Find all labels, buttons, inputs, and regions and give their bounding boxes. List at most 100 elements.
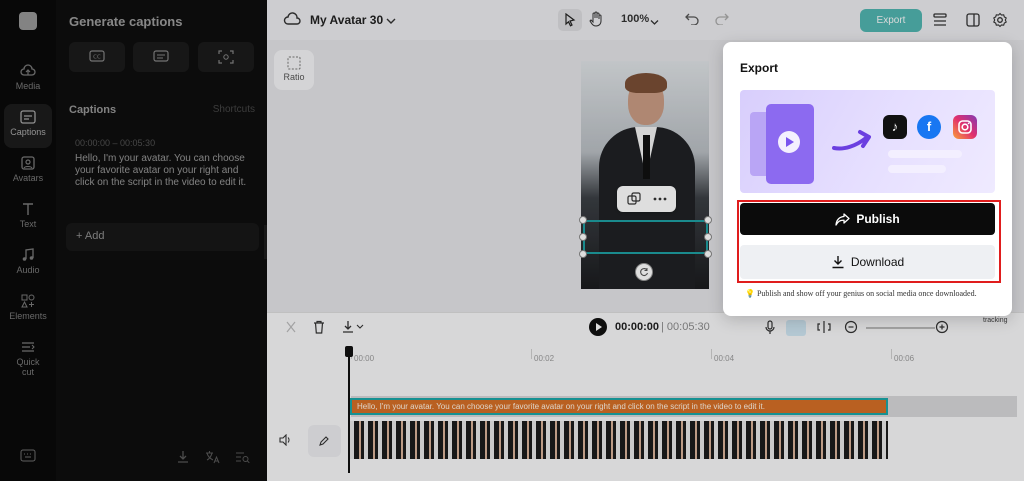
rail-label: Elements [9, 311, 47, 321]
scan-icon [218, 50, 234, 64]
split-scene-icon[interactable] [817, 320, 831, 337]
snap-toggle-icon[interactable] [786, 320, 806, 336]
export-illustration: ♪ f [740, 90, 995, 193]
export-button[interactable]: Export [860, 9, 922, 32]
publish-button[interactable]: Publish [740, 203, 995, 235]
rail-item-media[interactable]: Media [4, 58, 52, 102]
split-icon[interactable] [285, 321, 297, 336]
tiktok-icon: ♪ [883, 115, 907, 139]
hand-tool-icon[interactable] [589, 11, 603, 30]
export-tip: 💡 Publish and show off your genius on so… [745, 289, 977, 298]
microphone-icon[interactable] [764, 320, 776, 338]
keyboard-icon[interactable] [20, 449, 36, 465]
cloud-upload-icon [20, 64, 36, 76]
resize-handle[interactable] [704, 216, 712, 224]
download-track-icon[interactable] [342, 320, 366, 337]
find-replace-icon[interactable] [235, 450, 250, 467]
auto-caption-button[interactable] [198, 42, 254, 72]
app-logo[interactable] [19, 12, 37, 30]
play-button[interactable] [589, 318, 607, 336]
panel-title: Generate captions [69, 14, 183, 29]
shortcuts-link[interactable]: Shortcuts [213, 104, 255, 115]
instagram-icon [953, 115, 977, 139]
rail-item-text[interactable]: Text [4, 196, 52, 240]
caption-style-button[interactable]: CC [69, 42, 125, 72]
download-icon[interactable] [176, 450, 190, 467]
settings-gear-icon[interactable] [992, 12, 1008, 31]
rail-item-elements[interactable]: Elements [4, 288, 52, 332]
rail-label: Quick [16, 357, 40, 367]
avatar-icon [21, 156, 35, 170]
rail-item-audio[interactable]: Audio [4, 242, 52, 286]
download-button[interactable]: Download [740, 245, 995, 279]
zoom-level[interactable]: 100% [621, 13, 649, 25]
cloud-sync-icon[interactable] [283, 12, 301, 29]
music-note-icon [22, 248, 34, 261]
track-edit-button[interactable] [308, 425, 341, 457]
playhead-handle[interactable] [345, 346, 353, 357]
timeline: 00:00:00 | 00:05:30 tracking 00:00 00:02… [267, 312, 1024, 481]
project-name[interactable]: My Avatar 30 [310, 13, 383, 27]
avatar-video-preview[interactable] [581, 61, 709, 289]
tick-label: 00:00 [354, 354, 375, 363]
rotate-icon [640, 267, 649, 277]
resize-handle[interactable] [579, 250, 587, 258]
rail-item-avatars[interactable]: Avatars [4, 150, 52, 194]
total-duration: | 00:05:30 [661, 321, 710, 333]
select-tool-button[interactable] [558, 9, 582, 31]
lightbulb-icon: 💡 [745, 289, 755, 298]
rail-label: Avatars [12, 173, 44, 183]
caption-text[interactable]: Hello, I'm your avatar. You can choose y… [75, 153, 257, 189]
resize-handle[interactable] [704, 233, 712, 241]
add-caption-button[interactable]: + Add [66, 223, 259, 251]
caption-clip[interactable]: Hello, I'm your avatar. You can choose y… [350, 398, 888, 415]
svg-text:CC: CC [93, 55, 101, 61]
redo-icon[interactable] [715, 13, 729, 28]
delete-icon[interactable] [313, 320, 325, 337]
duplicate-icon[interactable] [627, 192, 641, 206]
captions-section-title: Captions [69, 104, 117, 116]
resize-handle[interactable] [704, 250, 712, 258]
cursor-icon [565, 12, 576, 27]
layers-icon[interactable] [933, 13, 947, 30]
tip-text: Publish and show off your genius on soci… [756, 289, 977, 298]
zoom-chevron-icon[interactable] [650, 15, 659, 29]
volume-icon[interactable] [279, 433, 293, 449]
rail-label: Text [19, 219, 37, 229]
playhead[interactable] [348, 346, 350, 473]
rail-item-captions[interactable]: Captions [4, 104, 52, 148]
download-label: Download [850, 255, 905, 269]
video-track-clip[interactable] [350, 421, 888, 459]
element-toolbar [617, 186, 676, 212]
sidebar-toggle-icon[interactable] [966, 13, 980, 30]
export-popover: Export ♪ f Publish Download 💡 Publish an… [723, 42, 1012, 316]
publish-label: Publish [856, 212, 900, 226]
facebook-icon: f [917, 115, 941, 139]
rotate-handle[interactable] [635, 263, 653, 281]
text-icon [23, 203, 33, 215]
tracking-label[interactable]: tracking [983, 317, 1008, 324]
rail-item-quick-cut[interactable]: Quick cut [4, 334, 52, 384]
undo-icon[interactable] [685, 13, 699, 28]
subtitle-button[interactable] [133, 42, 189, 72]
subtitle-icon [153, 50, 169, 62]
resize-handle[interactable] [579, 216, 587, 224]
ratio-icon [287, 56, 301, 70]
captions-icon [20, 110, 36, 124]
zoom-out-icon[interactable] [844, 320, 858, 337]
zoom-in-icon[interactable] [935, 320, 949, 337]
rail-label: cut [21, 367, 34, 377]
ratio-button[interactable]: Ratio [274, 50, 314, 90]
export-button-label: Export [876, 15, 906, 26]
zoom-slider[interactable] [866, 327, 935, 329]
translate-icon[interactable] [205, 450, 220, 467]
play-icon [778, 131, 800, 153]
current-time: 00:00:00 [615, 321, 660, 333]
resize-handle[interactable] [579, 233, 587, 241]
chevron-down-icon[interactable] [386, 14, 396, 28]
caption-timestamp: 00:00:00 – 00:05:30 [75, 138, 156, 148]
rail-label: Captions [10, 127, 46, 137]
tick-label: 00:02 [534, 354, 555, 363]
caption-selection-box[interactable] [583, 220, 708, 254]
more-options-icon[interactable] [653, 197, 667, 201]
